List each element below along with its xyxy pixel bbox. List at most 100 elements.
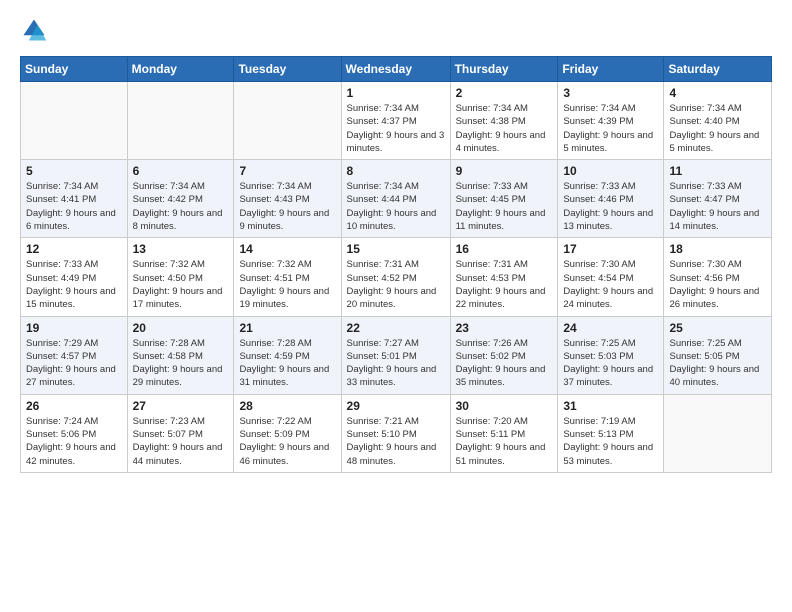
day-number: 11 <box>669 164 766 178</box>
day-number: 23 <box>456 321 553 335</box>
day-info: Sunrise: 7:34 AM Sunset: 4:40 PM Dayligh… <box>669 102 766 155</box>
day-info: Sunrise: 7:34 AM Sunset: 4:43 PM Dayligh… <box>239 180 335 233</box>
day-number: 21 <box>239 321 335 335</box>
calendar-cell: 22Sunrise: 7:27 AM Sunset: 5:01 PM Dayli… <box>341 316 450 394</box>
calendar-week-3: 12 Sunrise: 7:33 AM Sunset: 4:49 PM Dayli… <box>21 238 772 316</box>
calendar-cell: 20Sunrise: 7:28 AM Sunset: 4:58 PM Dayli… <box>127 316 234 394</box>
day-info: Sunrise: 7:30 AM Sunset: 4:54 PM Dayligh… <box>563 258 658 311</box>
calendar-cell: 1 Sunrise: 7:34 AM Sunset: 4:37 PM Daylig… <box>341 82 450 160</box>
calendar: SundayMondayTuesdayWednesdayThursdayFrid… <box>20 56 772 473</box>
calendar-cell: 5 Sunrise: 7:34 AM Sunset: 4:41 PM Daylig… <box>21 160 128 238</box>
day-number: 24 <box>563 321 658 335</box>
day-number: 1 <box>347 86 445 100</box>
day-info: Sunrise: 7:31 AM Sunset: 4:52 PM Dayligh… <box>347 258 445 311</box>
calendar-cell: 18 Sunrise: 7:30 AM Sunset: 4:56 PM Dayli… <box>664 238 772 316</box>
calendar-cell: 11Sunrise: 7:33 AM Sunset: 4:47 PM Dayli… <box>664 160 772 238</box>
day-number: 4 <box>669 86 766 100</box>
calendar-cell: 23 Sunrise: 7:26 AM Sunset: 5:02 PM Dayli… <box>450 316 558 394</box>
logo <box>20 16 52 44</box>
day-header-sunday: Sunday <box>21 57 128 82</box>
page: SundayMondayTuesdayWednesdayThursdayFrid… <box>0 0 792 612</box>
day-number: 31 <box>563 399 658 413</box>
calendar-cell: 15 Sunrise: 7:31 AM Sunset: 4:52 PM Dayli… <box>341 238 450 316</box>
calendar-cell: 19 Sunrise: 7:29 AM Sunset: 4:57 PM Dayli… <box>21 316 128 394</box>
calendar-cell <box>234 82 341 160</box>
day-info: Sunrise: 7:34 AM Sunset: 4:38 PM Dayligh… <box>456 102 553 155</box>
day-number: 29 <box>347 399 445 413</box>
calendar-cell: 14 Sunrise: 7:32 AM Sunset: 4:51 PM Dayli… <box>234 238 341 316</box>
day-number: 18 <box>669 242 766 256</box>
day-number: 26 <box>26 399 122 413</box>
day-info: Sunrise: 7:33 AM Sunset: 4:46 PM Dayligh… <box>563 180 658 233</box>
calendar-week-4: 19 Sunrise: 7:29 AM Sunset: 4:57 PM Dayli… <box>21 316 772 394</box>
calendar-cell: 29 Sunrise: 7:21 AM Sunset: 5:10 PM Dayli… <box>341 394 450 472</box>
day-number: 20 <box>133 321 229 335</box>
calendar-cell: 26Sunrise: 7:24 AM Sunset: 5:06 PM Dayli… <box>21 394 128 472</box>
day-number: 28 <box>239 399 335 413</box>
header <box>20 16 772 44</box>
day-number: 25 <box>669 321 766 335</box>
day-header-wednesday: Wednesday <box>341 57 450 82</box>
day-info: Sunrise: 7:31 AM Sunset: 4:53 PM Dayligh… <box>456 258 553 311</box>
day-number: 5 <box>26 164 122 178</box>
calendar-cell: 4 Sunrise: 7:34 AM Sunset: 4:40 PM Daylig… <box>664 82 772 160</box>
calendar-week-5: 26Sunrise: 7:24 AM Sunset: 5:06 PM Dayli… <box>21 394 772 472</box>
day-number: 14 <box>239 242 335 256</box>
day-number: 2 <box>456 86 553 100</box>
day-number: 22 <box>347 321 445 335</box>
day-info: Sunrise: 7:34 AM Sunset: 4:41 PM Dayligh… <box>26 180 122 233</box>
day-info: Sunrise: 7:25 AM Sunset: 5:03 PM Dayligh… <box>563 337 658 390</box>
calendar-cell: 16 Sunrise: 7:31 AM Sunset: 4:53 PM Dayli… <box>450 238 558 316</box>
day-info: Sunrise: 7:21 AM Sunset: 5:10 PM Dayligh… <box>347 415 445 468</box>
day-number: 27 <box>133 399 229 413</box>
day-info: Sunrise: 7:32 AM Sunset: 4:51 PM Dayligh… <box>239 258 335 311</box>
calendar-cell: 6 Sunrise: 7:34 AM Sunset: 4:42 PM Daylig… <box>127 160 234 238</box>
calendar-cell: 30Sunrise: 7:20 AM Sunset: 5:11 PM Dayli… <box>450 394 558 472</box>
day-info: Sunrise: 7:30 AM Sunset: 4:56 PM Dayligh… <box>669 258 766 311</box>
calendar-week-2: 5 Sunrise: 7:34 AM Sunset: 4:41 PM Daylig… <box>21 160 772 238</box>
day-number: 3 <box>563 86 658 100</box>
day-header-tuesday: Tuesday <box>234 57 341 82</box>
day-header-monday: Monday <box>127 57 234 82</box>
day-header-saturday: Saturday <box>664 57 772 82</box>
day-info: Sunrise: 7:34 AM Sunset: 4:37 PM Dayligh… <box>347 102 445 155</box>
calendar-header-row: SundayMondayTuesdayWednesdayThursdayFrid… <box>21 57 772 82</box>
day-header-friday: Friday <box>558 57 664 82</box>
calendar-cell <box>127 82 234 160</box>
day-number: 12 <box>26 242 122 256</box>
day-number: 13 <box>133 242 229 256</box>
day-info: Sunrise: 7:32 AM Sunset: 4:50 PM Dayligh… <box>133 258 229 311</box>
day-header-thursday: Thursday <box>450 57 558 82</box>
logo-icon <box>20 16 48 44</box>
day-number: 7 <box>239 164 335 178</box>
day-info: Sunrise: 7:20 AM Sunset: 5:11 PM Dayligh… <box>456 415 553 468</box>
calendar-cell: 21Sunrise: 7:28 AM Sunset: 4:59 PM Dayli… <box>234 316 341 394</box>
calendar-cell <box>664 394 772 472</box>
calendar-cell: 17 Sunrise: 7:30 AM Sunset: 4:54 PM Dayli… <box>558 238 664 316</box>
day-number: 6 <box>133 164 229 178</box>
day-number: 16 <box>456 242 553 256</box>
calendar-cell: 3 Sunrise: 7:34 AM Sunset: 4:39 PM Daylig… <box>558 82 664 160</box>
day-info: Sunrise: 7:34 AM Sunset: 4:44 PM Dayligh… <box>347 180 445 233</box>
calendar-cell: 13 Sunrise: 7:32 AM Sunset: 4:50 PM Dayli… <box>127 238 234 316</box>
day-info: Sunrise: 7:34 AM Sunset: 4:42 PM Dayligh… <box>133 180 229 233</box>
day-info: Sunrise: 7:26 AM Sunset: 5:02 PM Dayligh… <box>456 337 553 390</box>
day-info: Sunrise: 7:33 AM Sunset: 4:45 PM Dayligh… <box>456 180 553 233</box>
calendar-cell: 8 Sunrise: 7:34 AM Sunset: 4:44 PM Daylig… <box>341 160 450 238</box>
calendar-cell: 2 Sunrise: 7:34 AM Sunset: 4:38 PM Daylig… <box>450 82 558 160</box>
day-info: Sunrise: 7:33 AM Sunset: 4:49 PM Dayligh… <box>26 258 122 311</box>
calendar-cell: 28 Sunrise: 7:22 AM Sunset: 5:09 PM Dayli… <box>234 394 341 472</box>
day-number: 19 <box>26 321 122 335</box>
day-number: 17 <box>563 242 658 256</box>
day-info: Sunrise: 7:34 AM Sunset: 4:39 PM Dayligh… <box>563 102 658 155</box>
calendar-cell: 7 Sunrise: 7:34 AM Sunset: 4:43 PM Daylig… <box>234 160 341 238</box>
day-info: Sunrise: 7:23 AM Sunset: 5:07 PM Dayligh… <box>133 415 229 468</box>
calendar-cell: 24 Sunrise: 7:25 AM Sunset: 5:03 PM Dayli… <box>558 316 664 394</box>
day-info: Sunrise: 7:25 AM Sunset: 5:05 PM Dayligh… <box>669 337 766 390</box>
calendar-cell: 10Sunrise: 7:33 AM Sunset: 4:46 PM Dayli… <box>558 160 664 238</box>
day-info: Sunrise: 7:29 AM Sunset: 4:57 PM Dayligh… <box>26 337 122 390</box>
day-number: 15 <box>347 242 445 256</box>
calendar-cell: 25 Sunrise: 7:25 AM Sunset: 5:05 PM Dayli… <box>664 316 772 394</box>
day-number: 8 <box>347 164 445 178</box>
day-info: Sunrise: 7:22 AM Sunset: 5:09 PM Dayligh… <box>239 415 335 468</box>
